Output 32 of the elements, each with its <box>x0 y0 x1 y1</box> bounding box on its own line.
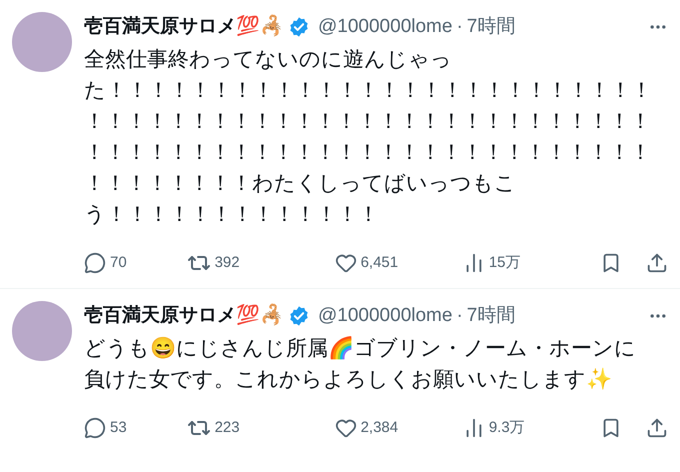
post-time[interactable]: 7時間 <box>466 302 516 330</box>
like-icon[interactable] <box>334 417 357 439</box>
repost-count: 223 <box>214 418 240 438</box>
reply-icon[interactable] <box>84 252 106 274</box>
post-text-line: ！！！！！！！！！！！！！！！！！！！！！！！！！！！ <box>84 109 651 135</box>
like-count: 6,451 <box>360 252 398 273</box>
like-count: 2,384 <box>360 418 398 438</box>
view-count: 15万 <box>488 252 521 273</box>
post-time[interactable]: 7時間 <box>466 12 516 42</box>
like-icon[interactable] <box>334 252 357 274</box>
share-icon[interactable] <box>646 417 668 439</box>
post-text-line: ！！！！！！！！わたくしってばいっつもこ <box>84 171 516 197</box>
reply-count: 70 <box>110 252 127 273</box>
author-name[interactable]: 壱百満天原サロメ💯🦂 <box>84 12 284 42</box>
repost-count: 392 <box>214 252 240 273</box>
verified-badge-icon <box>288 305 310 327</box>
author-handle[interactable]: @1000000lome <box>318 12 452 42</box>
post-text-line: どうも😄にじさんじ所属🌈ゴブリン・ノーム・ホーンに <box>84 335 636 362</box>
author-name[interactable]: 壱百満天原サロメ💯🦂 <box>84 302 284 330</box>
author-handle[interactable]: @1000000lome <box>318 302 452 330</box>
reply-icon[interactable] <box>84 417 106 439</box>
post-text-line: 全然仕事終わってないのに遊んじゃっ <box>84 47 452 73</box>
post-text-line: 負けた女です。これからよろしくお願いいたします✨ <box>84 366 612 393</box>
post-text-line: う！！！！！！！！！！！！！ <box>84 202 379 228</box>
reply-count: 53 <box>110 418 127 438</box>
post-text-line: た！！！！！！！！！！！！！！！！！！！！！！！！！！ <box>84 78 652 104</box>
view-count: 9.3万 <box>488 418 525 438</box>
separator-dot: · <box>456 304 463 328</box>
verified-badge-icon <box>288 16 310 38</box>
post-text-line: ！！！！！！！！！！！！！！！！！！！！！！！！！！！ <box>84 140 651 166</box>
separator-dot: · <box>456 14 463 39</box>
share-icon[interactable] <box>646 252 668 274</box>
